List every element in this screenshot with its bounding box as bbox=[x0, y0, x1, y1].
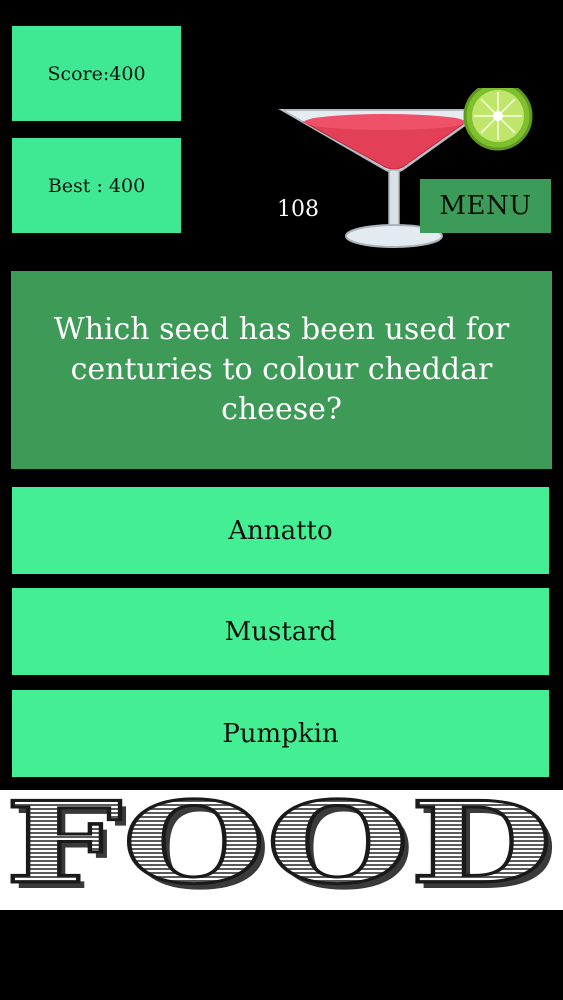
answer-label: Annatto bbox=[228, 515, 333, 546]
answer-label: Pumpkin bbox=[222, 718, 339, 749]
best-score-box: Best : 400 bbox=[12, 138, 181, 233]
score-label: Score:400 bbox=[47, 62, 146, 85]
answer-label: Mustard bbox=[224, 616, 337, 647]
food-logo-text: FOOD bbox=[5, 790, 553, 909]
menu-button-label: MENU bbox=[439, 191, 532, 221]
food-banner: FOOD FOOD bbox=[0, 790, 563, 910]
score-box: Score:400 bbox=[12, 26, 181, 121]
food-logo: FOOD FOOD bbox=[4, 790, 560, 910]
answer-button-2[interactable]: Mustard bbox=[12, 588, 549, 675]
best-score-label: Best : 400 bbox=[47, 174, 146, 197]
menu-button[interactable]: MENU bbox=[420, 179, 551, 233]
question-text: Which seed has been used for centuries t… bbox=[53, 312, 510, 427]
answer-button-1[interactable]: Annatto bbox=[12, 487, 549, 574]
answer-button-3[interactable]: Pumpkin bbox=[12, 690, 549, 777]
question-panel: Which seed has been used for centuries t… bbox=[11, 271, 552, 469]
